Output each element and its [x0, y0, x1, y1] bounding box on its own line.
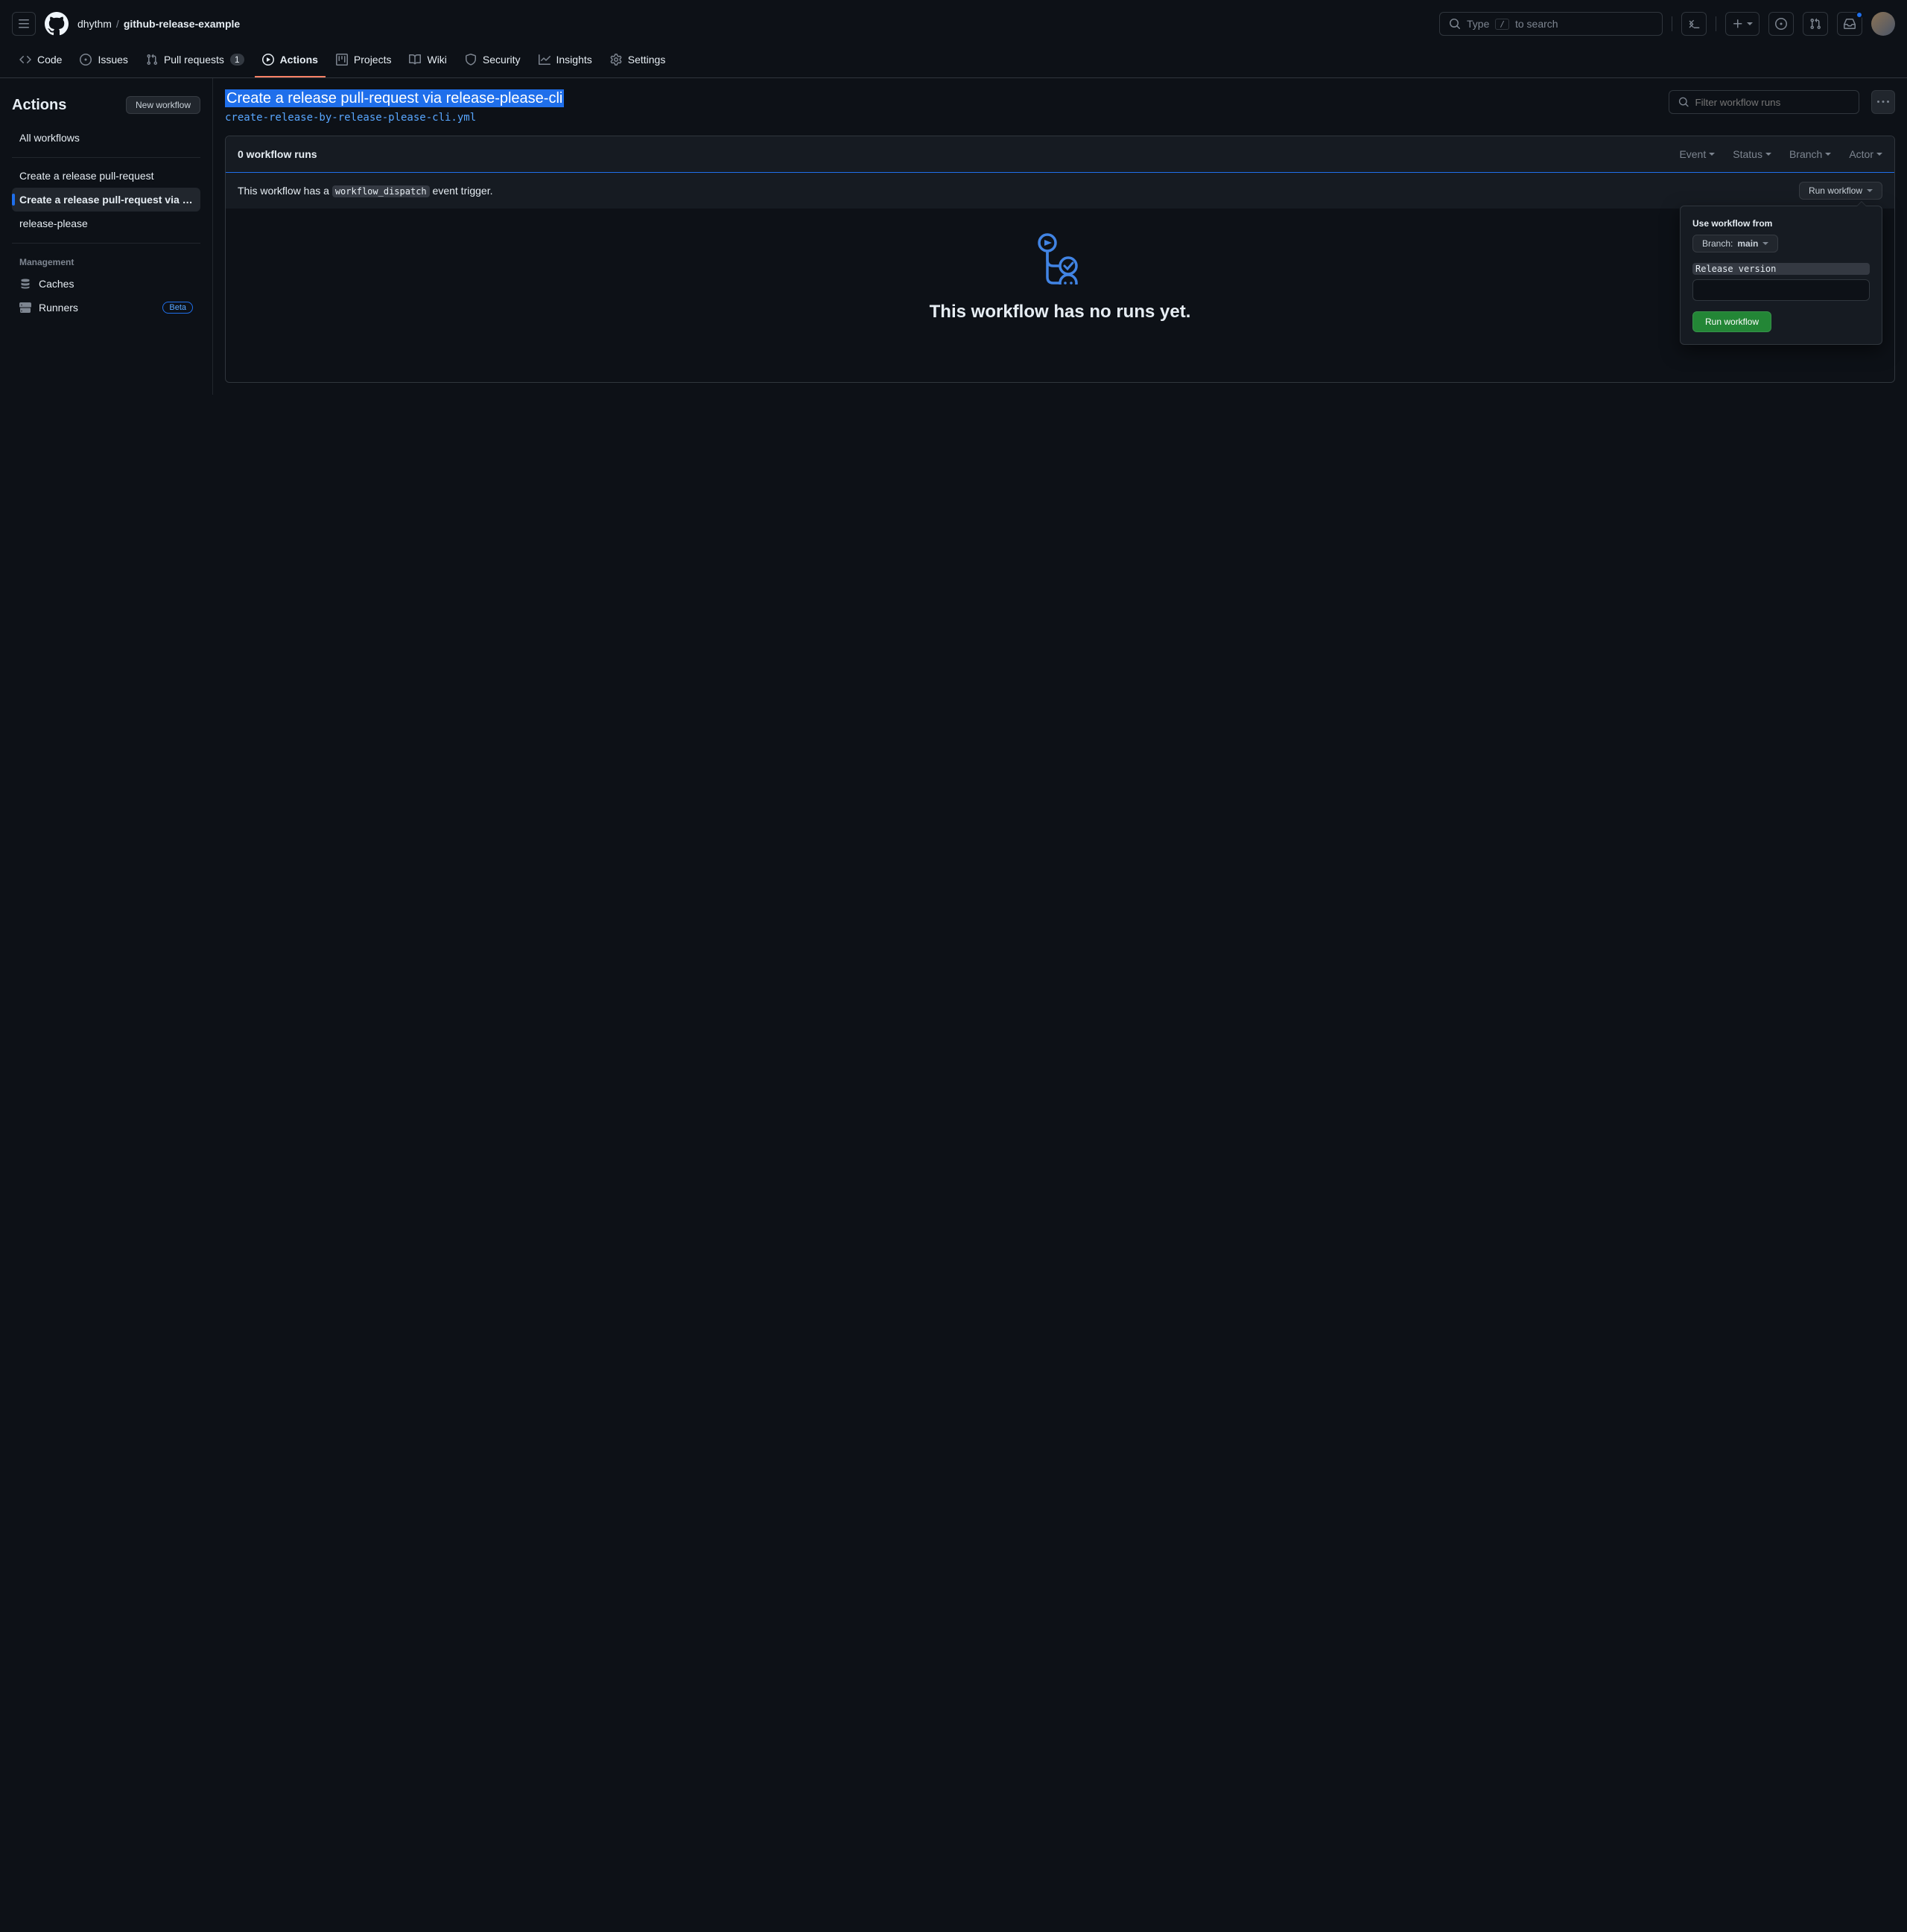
filter-branch[interactable]: Branch [1789, 148, 1831, 160]
empty-heading: This workflow has no runs yet. [244, 302, 1876, 322]
dispatch-text: This workflow has a workflow_dispatch ev… [238, 185, 492, 197]
github-logo-icon[interactable] [45, 12, 69, 36]
chevron-down-icon [1867, 189, 1873, 192]
breadcrumb-separator: / [116, 18, 119, 30]
tab-settings[interactable]: Settings [603, 48, 673, 77]
shield-icon [465, 54, 477, 66]
database-icon [19, 278, 31, 290]
runs-count: 0 workflow runs [238, 148, 1679, 160]
sidebar-item-workflow-0[interactable]: Create a release pull-request [12, 164, 200, 188]
chevron-down-icon [1709, 153, 1715, 156]
caches-label: Caches [39, 278, 74, 290]
release-version-input[interactable] [1692, 279, 1870, 301]
project-icon [336, 54, 348, 66]
release-version-label: Release version [1692, 263, 1870, 275]
create-new-button[interactable] [1725, 12, 1760, 36]
owner-link[interactable]: dhythm [77, 18, 112, 30]
filter-runs-input[interactable] [1695, 97, 1850, 108]
tab-code[interactable]: Code [12, 48, 69, 77]
empty-state: This workflow has no runs yet. [226, 209, 1894, 382]
issues-icon [80, 54, 92, 66]
search-icon [1678, 96, 1689, 108]
sidebar-item-workflow-1[interactable]: Create a release pull-request via relea… [12, 188, 200, 212]
kebab-icon [1877, 96, 1889, 108]
code-icon [19, 54, 31, 66]
run-workflow-button[interactable]: Run workflow [1799, 182, 1882, 200]
tab-projects[interactable]: Projects [329, 48, 399, 77]
gear-icon [610, 54, 622, 66]
runners-label: Runners [39, 302, 78, 314]
chevron-down-icon [1762, 242, 1768, 245]
tab-wiki[interactable]: Wiki [402, 48, 454, 77]
pull-request-icon [146, 54, 158, 66]
chevron-down-icon [1876, 153, 1882, 156]
search-suffix: to search [1515, 18, 1558, 30]
issue-icon [1775, 18, 1787, 30]
hamburger-icon [18, 18, 30, 30]
inbox-icon [1844, 18, 1856, 30]
branch-selector[interactable]: Branch: main [1692, 235, 1778, 252]
search-kbd: / [1495, 19, 1509, 30]
search-prefix: Type [1467, 18, 1489, 30]
pull-request-icon [1809, 18, 1821, 30]
sidebar: Actions New workflow All workflows Creat… [0, 78, 213, 395]
workflow-illustration-icon [1034, 232, 1086, 285]
sidebar-title: Actions [12, 97, 66, 114]
notification-indicator [1856, 11, 1863, 19]
sidebar-item-all-workflows[interactable]: All workflows [12, 126, 200, 150]
pulls-count: 1 [230, 54, 244, 66]
management-heading: Management [12, 250, 200, 272]
sidebar-item-caches[interactable]: Caches [12, 272, 200, 296]
search-icon [1449, 18, 1461, 30]
filter-runs-wrapper[interactable] [1669, 90, 1859, 114]
new-workflow-button[interactable]: New workflow [126, 96, 200, 114]
command-palette-button[interactable] [1681, 12, 1707, 36]
repo-link[interactable]: github-release-example [124, 18, 240, 30]
workflow-file-link[interactable]: create-release-by-release-please-cli.yml [225, 112, 1657, 124]
content: Create a release pull-request via releas… [213, 78, 1907, 395]
run-workflow-dropdown: Use workflow from Branch: main Release v… [1680, 206, 1882, 345]
pull-requests-button[interactable] [1803, 12, 1828, 36]
tab-insights[interactable]: Insights [531, 48, 600, 77]
filter-actor[interactable]: Actor [1849, 148, 1882, 160]
tab-issues[interactable]: Issues [72, 48, 135, 77]
chevron-down-icon [1747, 22, 1753, 25]
terminal-icon [1688, 18, 1700, 30]
repo-nav: Code Issues Pull requests1 Actions Proje… [0, 48, 1907, 78]
graph-icon [539, 54, 550, 66]
breadcrumb: dhythm / github-release-example [77, 18, 240, 30]
book-icon [409, 54, 421, 66]
avatar[interactable] [1871, 12, 1895, 36]
tab-security[interactable]: Security [457, 48, 528, 77]
page-title: Create a release pull-request via releas… [225, 89, 564, 107]
filter-status[interactable]: Status [1733, 148, 1771, 160]
sidebar-item-runners[interactable]: Runners Beta [12, 296, 200, 320]
tab-actions[interactable]: Actions [255, 48, 326, 77]
sidebar-item-workflow-2[interactable]: release-please [12, 212, 200, 235]
global-header: dhythm / github-release-example Type / t… [0, 0, 1907, 48]
notifications-button[interactable] [1837, 12, 1862, 36]
chevron-down-icon [1765, 153, 1771, 156]
plus-icon [1732, 18, 1744, 30]
use-workflow-from-label: Use workflow from [1692, 218, 1870, 229]
search-input[interactable]: Type / to search [1439, 12, 1663, 36]
filter-event[interactable]: Event [1679, 148, 1715, 160]
beta-badge: Beta [162, 302, 193, 314]
chevron-down-icon [1825, 153, 1831, 156]
server-icon [19, 302, 31, 314]
kebab-menu-button[interactable] [1871, 90, 1895, 114]
issues-button[interactable] [1768, 12, 1794, 36]
menu-button[interactable] [12, 12, 36, 36]
play-icon [262, 54, 274, 66]
runs-box: 0 workflow runs Event Status Branch Acto… [225, 136, 1895, 383]
tab-pulls[interactable]: Pull requests1 [139, 48, 252, 77]
run-workflow-submit[interactable]: Run workflow [1692, 311, 1771, 332]
